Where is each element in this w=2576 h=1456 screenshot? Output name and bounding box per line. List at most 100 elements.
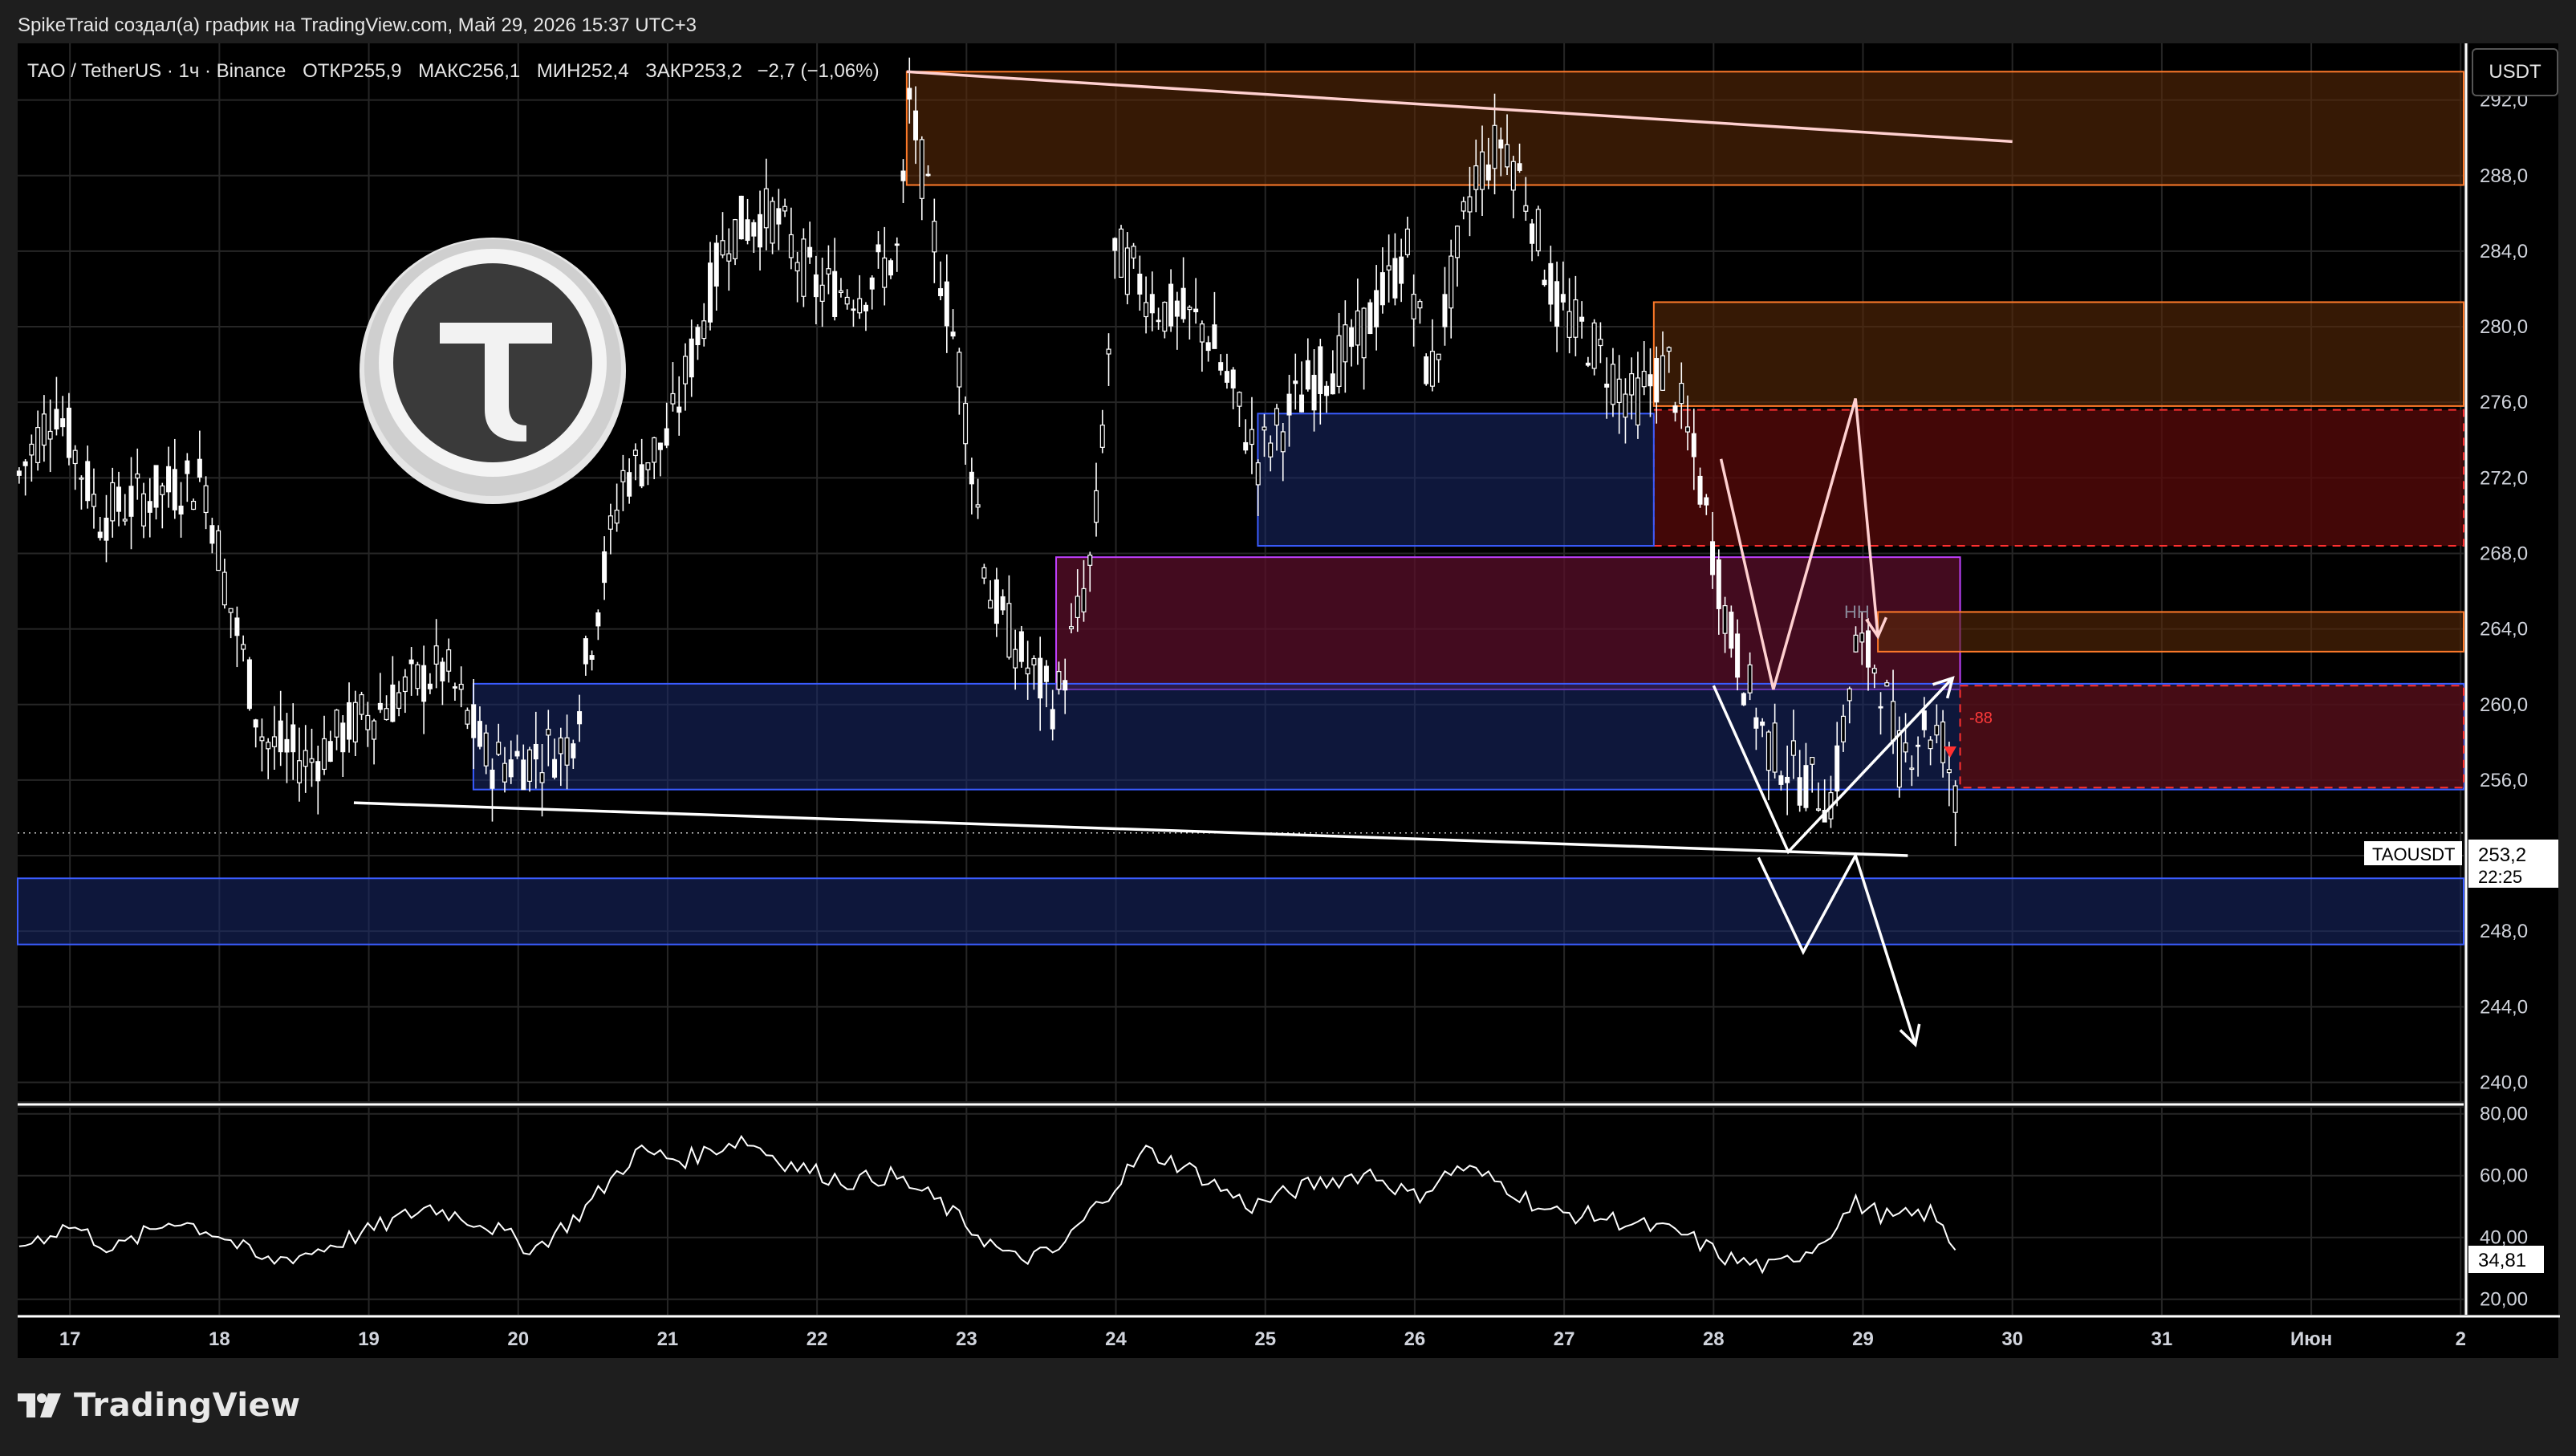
candle-body xyxy=(925,173,931,177)
candle-body xyxy=(1772,722,1778,773)
candle-body xyxy=(1909,767,1915,771)
zone-red xyxy=(1652,409,2464,547)
candle-body xyxy=(863,304,868,311)
candle-body xyxy=(645,462,651,470)
time-tick-label: 28 xyxy=(1703,1328,1725,1350)
candle-body xyxy=(1099,425,1105,448)
zone-red xyxy=(1959,685,2465,789)
candle-body xyxy=(178,505,184,514)
candle-body xyxy=(66,407,71,458)
candle-body xyxy=(458,683,464,690)
candle-body xyxy=(1193,308,1199,312)
candle-body xyxy=(1834,745,1840,792)
time-axis-background xyxy=(18,1316,2558,1358)
candle-body xyxy=(546,728,551,736)
candle-body xyxy=(993,579,999,624)
candle-body xyxy=(826,268,831,275)
candle-body xyxy=(751,222,757,237)
candle-body xyxy=(1859,632,1865,643)
tradingview-brand[interactable]: TradingView xyxy=(18,1387,301,1424)
candle-body xyxy=(1249,429,1254,445)
candle-body xyxy=(969,471,974,485)
currency-button[interactable]: USDT xyxy=(2472,48,2558,96)
candle-body xyxy=(938,288,944,296)
legend-symbol: TAO / TetherUS · 1ч · Binance xyxy=(27,60,286,82)
candle-body xyxy=(246,659,252,710)
candle-body xyxy=(1735,633,1741,678)
time-tick-label: 20 xyxy=(507,1328,529,1350)
candle-body xyxy=(22,461,28,466)
candle-body xyxy=(1299,394,1305,413)
candle-body xyxy=(16,470,22,476)
candle-body xyxy=(1485,164,1491,181)
candle-body xyxy=(1212,324,1217,349)
rsi-tick-label: 60,00 xyxy=(2480,1165,2528,1187)
candle-body xyxy=(1349,327,1355,348)
candle-body xyxy=(1530,223,1535,244)
time-tick-label: 23 xyxy=(956,1328,977,1350)
candle-body xyxy=(627,472,632,497)
candle-body xyxy=(1523,205,1529,212)
candle-body xyxy=(203,485,209,514)
candle-body xyxy=(278,720,283,753)
candle-body xyxy=(402,676,408,693)
candle-body xyxy=(1691,433,1696,458)
time-tick-label: 2 xyxy=(2456,1328,2466,1350)
candle-body xyxy=(950,331,956,337)
candle-body xyxy=(1579,316,1585,322)
candle-body xyxy=(620,470,626,482)
candle-body xyxy=(1013,649,1018,669)
candle-body xyxy=(589,655,595,660)
candle-body xyxy=(713,242,719,287)
candle-body xyxy=(1367,302,1373,335)
price-tick-label: 260,0 xyxy=(2480,694,2528,716)
candle-body xyxy=(1747,664,1753,693)
candle-body xyxy=(857,298,863,314)
candle-body xyxy=(1560,294,1566,303)
candle-body xyxy=(533,743,538,760)
chart[interactable]: 240,0244,0248,0252,0256,0260,0264,0268,0… xyxy=(0,0,2576,1456)
candle-body xyxy=(172,469,177,510)
legend-low-value: 252,4 xyxy=(581,60,629,82)
candle-body xyxy=(1753,717,1759,729)
candle-body xyxy=(1237,392,1242,407)
candle-body xyxy=(726,253,732,262)
candle-body xyxy=(1031,657,1037,665)
candle-body xyxy=(1448,255,1454,309)
candle-body xyxy=(253,719,258,728)
candle-body xyxy=(1000,596,1006,611)
candle-body xyxy=(521,759,526,791)
candle-body xyxy=(1038,657,1043,699)
candle-body xyxy=(452,686,457,689)
candle-body xyxy=(141,493,147,527)
candle-body xyxy=(309,758,315,763)
candle-body xyxy=(1392,258,1398,299)
candle-body xyxy=(844,296,850,305)
candle-body xyxy=(1112,238,1118,251)
candle-body xyxy=(689,338,694,378)
candle-body xyxy=(1461,201,1466,212)
time-tick-label: 26 xyxy=(1404,1328,1426,1350)
candle-body xyxy=(1760,721,1765,726)
candle-body xyxy=(1697,475,1703,505)
candle-body xyxy=(166,466,172,493)
candle-body xyxy=(1847,688,1852,702)
candle-body xyxy=(47,430,53,440)
candle-body xyxy=(104,518,109,541)
candle-body xyxy=(1050,709,1055,730)
candle-body xyxy=(1729,612,1734,649)
candle-body xyxy=(1324,385,1330,397)
candle-body xyxy=(695,327,701,345)
candle-body xyxy=(1903,742,1908,753)
candle-body xyxy=(271,736,277,747)
candle-body xyxy=(259,736,265,742)
candle-body xyxy=(147,501,152,513)
candle-body xyxy=(776,208,782,225)
candle-body xyxy=(932,221,937,253)
candle-body xyxy=(1043,665,1049,682)
candle-body xyxy=(1199,323,1205,343)
zone-orange xyxy=(1652,301,2464,407)
candle-body xyxy=(1573,299,1579,338)
candle-body xyxy=(1952,785,1958,813)
price-tick-label: 288,0 xyxy=(2480,165,2528,187)
